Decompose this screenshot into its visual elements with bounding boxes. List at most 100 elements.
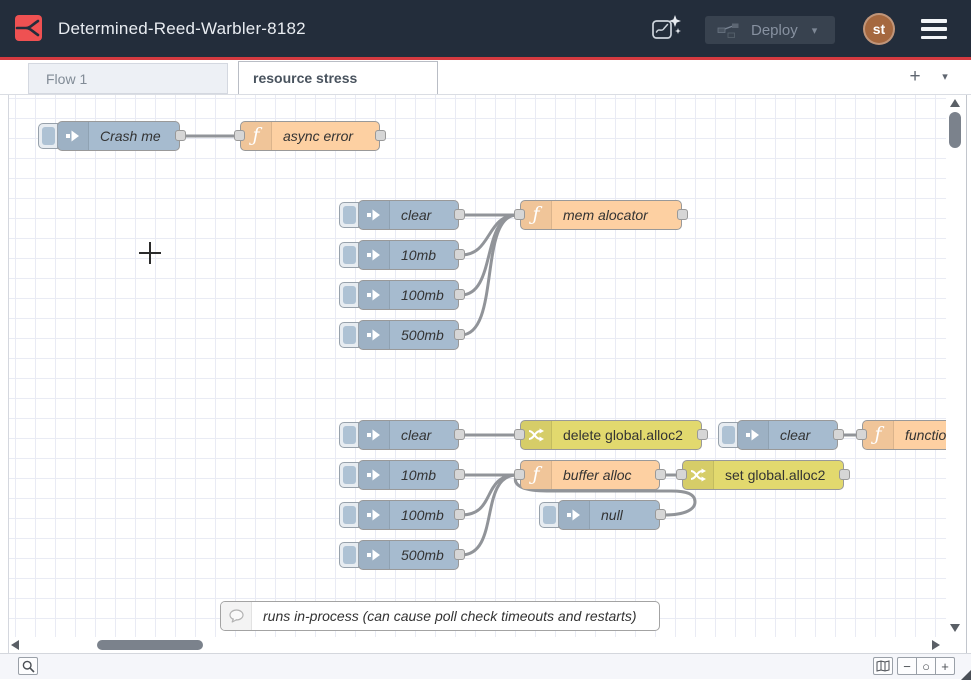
- output-port[interactable]: [175, 130, 186, 141]
- inject-trigger-button[interactable]: [339, 282, 359, 308]
- node-label: 500mb: [390, 547, 452, 563]
- inject-trigger-button[interactable]: [339, 242, 359, 268]
- output-port[interactable]: [655, 469, 666, 480]
- deploy-button-label: Deploy: [751, 22, 798, 39]
- node-mem-alocator[interactable]: ƒmem alocator: [520, 200, 682, 230]
- output-port[interactable]: [655, 509, 666, 520]
- zoom-controls: − ○ +: [897, 657, 955, 675]
- inject-trigger-button[interactable]: [718, 422, 738, 448]
- node-10mb-2[interactable]: 10mb: [358, 460, 459, 490]
- deploy-caret-icon[interactable]: ▾: [812, 24, 818, 37]
- zoom-in-button[interactable]: +: [935, 657, 955, 675]
- node-label: 100mb: [390, 287, 452, 303]
- output-port[interactable]: [454, 509, 465, 520]
- avatar-initials: st: [873, 21, 885, 37]
- flowfuse-logo-icon[interactable]: [15, 15, 42, 41]
- zoom-reset-button[interactable]: ○: [916, 657, 936, 675]
- ai-flow-assistant-icon[interactable]: [651, 13, 681, 44]
- output-port[interactable]: [454, 249, 465, 260]
- inject-icon: [359, 501, 390, 529]
- output-port[interactable]: [454, 209, 465, 220]
- node-null-inject[interactable]: null: [558, 500, 660, 530]
- wire-layer: [0, 95, 946, 637]
- main-menu-icon[interactable]: [921, 19, 947, 39]
- inject-trigger-button[interactable]: [339, 422, 359, 448]
- navigator-toggle-button[interactable]: [873, 657, 893, 675]
- node-100mb-2[interactable]: 100mb: [358, 500, 459, 530]
- output-port[interactable]: [454, 329, 465, 340]
- window-right-border: [966, 95, 967, 653]
- output-port[interactable]: [454, 469, 465, 480]
- input-port[interactable]: [514, 209, 525, 220]
- node-label: 10mb: [390, 247, 444, 263]
- inject-trigger-button[interactable]: [339, 322, 359, 348]
- output-port[interactable]: [833, 429, 844, 440]
- node-clear-1[interactable]: clear: [358, 200, 459, 230]
- horizontal-scroll-thumb[interactable]: [97, 640, 203, 650]
- output-port[interactable]: [375, 130, 386, 141]
- flow-list-menu-icon[interactable]: ▾: [936, 69, 954, 85]
- node-crash-me[interactable]: Crash me: [57, 121, 180, 151]
- inject-trigger-button[interactable]: [339, 202, 359, 228]
- inject-trigger-button[interactable]: [339, 462, 359, 488]
- tab-flow-1[interactable]: Flow 1: [28, 63, 228, 94]
- map-icon: [876, 660, 890, 672]
- scroll-down-arrow-icon[interactable]: [950, 624, 960, 632]
- output-port[interactable]: [454, 289, 465, 300]
- wire-100mb-2-to-buffer-alloc[interactable]: [461, 475, 517, 515]
- header-bar: Determined-Reed-Warbler-8182 Deploy ▾ st: [0, 0, 971, 60]
- node-clear-3[interactable]: clear: [737, 420, 838, 450]
- output-port[interactable]: [454, 549, 465, 560]
- input-port[interactable]: [514, 469, 525, 480]
- user-avatar[interactable]: st: [863, 13, 895, 45]
- node-delete-global-alloc2[interactable]: delete global.alloc2: [520, 420, 702, 450]
- node-label: set global.alloc2: [714, 467, 833, 483]
- node-clear-2[interactable]: clear: [358, 420, 459, 450]
- wire-10mb-1-to-mem-alocator[interactable]: [461, 215, 517, 255]
- node-500mb-1[interactable]: 500mb: [358, 320, 459, 350]
- inject-icon: [359, 461, 390, 489]
- node-label: Crash me: [89, 128, 169, 144]
- output-port[interactable]: [839, 469, 850, 480]
- instance-title: Determined-Reed-Warbler-8182: [58, 0, 306, 57]
- inject-icon: [738, 421, 769, 449]
- output-port[interactable]: [677, 209, 688, 220]
- input-port[interactable]: [856, 429, 867, 440]
- input-port[interactable]: [514, 429, 525, 440]
- input-port[interactable]: [676, 469, 687, 480]
- inject-icon: [559, 501, 590, 529]
- node-set-global-alloc2[interactable]: set global.alloc2: [682, 460, 844, 490]
- scroll-right-arrow-icon[interactable]: [932, 640, 940, 650]
- footer-toolbar: − ○ +: [0, 653, 971, 679]
- output-port[interactable]: [697, 429, 708, 440]
- node-comment-1[interactable]: runs in-process (can cause poll check ti…: [220, 601, 660, 631]
- zoom-out-button[interactable]: −: [897, 657, 917, 675]
- flow-canvas[interactable]: Crash me ƒasync error clear 10mb 100mb 500mb ƒ…: [0, 95, 946, 637]
- input-port[interactable]: [234, 130, 245, 141]
- inject-trigger-button[interactable]: [38, 123, 58, 149]
- inject-icon: [359, 541, 390, 569]
- search-flows-button[interactable]: [18, 657, 38, 675]
- node-label: runs in-process (can cause poll check ti…: [252, 608, 645, 624]
- tab-resource-stress[interactable]: resource stress: [238, 61, 438, 94]
- node-100mb-1[interactable]: 100mb: [358, 280, 459, 310]
- node-10mb-1[interactable]: 10mb: [358, 240, 459, 270]
- inject-trigger-button[interactable]: [339, 542, 359, 568]
- node-label: async error: [272, 128, 361, 144]
- node-500mb-2[interactable]: 500mb: [358, 540, 459, 570]
- scroll-left-arrow-icon[interactable]: [11, 640, 19, 650]
- node-buffer-alloc[interactable]: ƒbuffer alloc: [520, 460, 660, 490]
- node-function-1[interactable]: ƒfunction: [862, 420, 946, 450]
- node-label: function: [894, 427, 946, 443]
- scroll-up-arrow-icon[interactable]: [950, 99, 960, 107]
- inject-trigger-button[interactable]: [539, 502, 559, 528]
- node-label: 500mb: [390, 327, 452, 343]
- mouse-crosshair-cursor: [139, 242, 161, 264]
- deploy-button[interactable]: Deploy ▾: [705, 16, 835, 44]
- inject-trigger-button[interactable]: [339, 502, 359, 528]
- vertical-scroll-thumb[interactable]: [949, 112, 961, 148]
- node-async-error[interactable]: ƒasync error: [240, 121, 380, 151]
- add-flow-button[interactable]: +: [903, 65, 927, 89]
- output-port[interactable]: [454, 429, 465, 440]
- vertical-scrollbar: [946, 95, 966, 653]
